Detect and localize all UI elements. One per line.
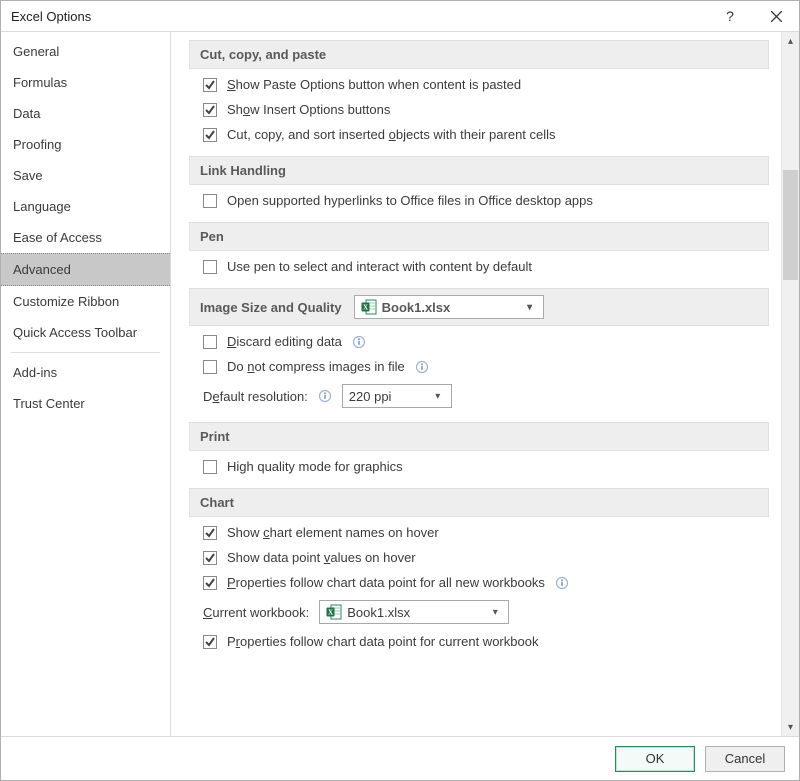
section-header-chart: Chart <box>189 488 769 517</box>
checkbox-open-hyperlinks[interactable] <box>203 194 217 208</box>
combo-current-workbook[interactable]: X Book1.xlsx ▾ <box>319 600 509 624</box>
main-pane: Cut, copy, and paste Show Paste Options … <box>171 32 799 736</box>
section-header-link-handling: Link Handling <box>189 156 769 185</box>
label-show-insert-options: Show Insert Options buttons <box>227 102 390 117</box>
ok-button[interactable]: OK <box>615 746 695 772</box>
sidebar-item-quick-access-toolbar[interactable]: Quick Access Toolbar <box>1 317 170 348</box>
svg-text:X: X <box>363 304 368 312</box>
row-default-resolution: Default resolution: 220 ppi ▾ <box>203 384 769 408</box>
option-properties-current-workbook[interactable]: Properties follow chart data point for c… <box>203 634 769 649</box>
option-show-data-point-values[interactable]: Show data point values on hover <box>203 550 769 565</box>
label-cut-copy-sort-objects: Cut, copy, and sort inserted objects wit… <box>227 127 556 142</box>
checkbox-do-not-compress[interactable] <box>203 360 217 374</box>
label-show-paste-options: Show Paste Options button when content i… <box>227 77 521 92</box>
combo-default-resolution-value: 220 ppi <box>349 389 392 404</box>
info-icon[interactable] <box>352 335 366 349</box>
sidebar-item-ease-of-access[interactable]: Ease of Access <box>1 222 170 253</box>
checkbox-high-quality-graphics[interactable] <box>203 460 217 474</box>
label-show-chart-element-names: Show chart element names on hover <box>227 525 439 540</box>
option-use-pen[interactable]: Use pen to select and interact with cont… <box>203 259 769 274</box>
option-open-hyperlinks[interactable]: Open supported hyperlinks to Office file… <box>203 193 769 208</box>
chevron-down-icon: ▾ <box>429 391 447 402</box>
chevron-down-icon: ▾ <box>486 607 504 618</box>
sidebar-item-add-ins[interactable]: Add-ins <box>1 357 170 388</box>
scroll-thumb[interactable] <box>783 170 798 280</box>
chevron-down-icon: ▾ <box>521 302 539 313</box>
checkbox-show-chart-element-names[interactable] <box>203 526 217 540</box>
checkbox-show-data-point-values[interactable] <box>203 551 217 565</box>
label-properties-current-workbook: Properties follow chart data point for c… <box>227 634 538 649</box>
label-do-not-compress: Do not compress images in file <box>227 359 405 374</box>
dialog-footer: OK Cancel <box>1 736 799 780</box>
sidebar-item-formulas[interactable]: Formulas <box>1 67 170 98</box>
svg-text:X: X <box>328 609 333 617</box>
section-header-cut-copy-paste: Cut, copy, and paste <box>189 40 769 69</box>
label-default-resolution: Default resolution: <box>203 389 308 404</box>
vertical-scrollbar[interactable]: ▴ ▾ <box>781 32 799 736</box>
sidebar-item-proofing[interactable]: Proofing <box>1 129 170 160</box>
checkbox-properties-all-workbooks[interactable] <box>203 576 217 590</box>
sidebar-item-general[interactable]: General <box>1 36 170 67</box>
checkbox-show-paste-options[interactable] <box>203 78 217 92</box>
scroll-down-arrow-icon[interactable]: ▾ <box>782 718 799 736</box>
sidebar-item-data[interactable]: Data <box>1 98 170 129</box>
checkbox-show-insert-options[interactable] <box>203 103 217 117</box>
sidebar-item-customize-ribbon[interactable]: Customize Ribbon <box>1 286 170 317</box>
info-icon[interactable] <box>555 576 569 590</box>
sidebar-item-language[interactable]: Language <box>1 191 170 222</box>
option-do-not-compress[interactable]: Do not compress images in file <box>203 359 769 374</box>
option-show-chart-element-names[interactable]: Show chart element names on hover <box>203 525 769 540</box>
section-header-image-quality: Image Size and Quality X Book1.xlsx ▾ <box>189 288 769 326</box>
checkbox-discard-editing-data[interactable] <box>203 335 217 349</box>
label-use-pen: Use pen to select and interact with cont… <box>227 259 532 274</box>
checkbox-properties-current-workbook[interactable] <box>203 635 217 649</box>
combo-default-resolution[interactable]: 220 ppi ▾ <box>342 384 452 408</box>
help-button[interactable]: ? <box>707 1 753 31</box>
checkbox-use-pen[interactable] <box>203 260 217 274</box>
scroll-up-arrow-icon[interactable]: ▴ <box>782 32 799 50</box>
excel-file-icon: X <box>326 604 342 620</box>
sidebar-item-trust-center[interactable]: Trust Center <box>1 388 170 419</box>
section-header-print: Print <box>189 422 769 451</box>
option-cut-copy-sort-objects[interactable]: Cut, copy, and sort inserted objects wit… <box>203 127 769 142</box>
option-discard-editing-data[interactable]: Discard editing data <box>203 334 769 349</box>
options-scroll-content: Cut, copy, and paste Show Paste Options … <box>171 32 781 736</box>
option-show-paste-options[interactable]: Show Paste Options button when content i… <box>203 77 769 92</box>
label-current-workbook: Current workbook: <box>203 605 309 620</box>
sidebar: General Formulas Data Proofing Save Lang… <box>1 32 171 736</box>
window-title: Excel Options <box>11 9 91 24</box>
close-button[interactable] <box>753 1 799 31</box>
checkbox-cut-copy-sort-objects[interactable] <box>203 128 217 142</box>
sidebar-item-save[interactable]: Save <box>1 160 170 191</box>
label-open-hyperlinks: Open supported hyperlinks to Office file… <box>227 193 593 208</box>
label-discard-editing-data: Discard editing data <box>227 334 342 349</box>
scroll-track[interactable] <box>782 50 799 718</box>
label-high-quality-graphics: High quality mode for graphics <box>227 459 403 474</box>
sidebar-item-advanced[interactable]: Advanced <box>1 253 170 286</box>
option-show-insert-options[interactable]: Show Insert Options buttons <box>203 102 769 117</box>
info-icon[interactable] <box>318 389 332 403</box>
titlebar: Excel Options ? <box>1 1 799 31</box>
section-header-pen: Pen <box>189 222 769 251</box>
sidebar-separator <box>11 352 160 353</box>
label-properties-all-workbooks: Properties follow chart data point for a… <box>227 575 545 590</box>
close-icon <box>771 11 782 22</box>
excel-file-icon: X <box>361 299 377 315</box>
label-show-data-point-values: Show data point values on hover <box>227 550 416 565</box>
option-properties-all-workbooks[interactable]: Properties follow chart data point for a… <box>203 575 769 590</box>
combo-image-quality-workbook[interactable]: X Book1.xlsx ▾ <box>354 295 544 319</box>
option-high-quality-graphics[interactable]: High quality mode for graphics <box>203 459 769 474</box>
row-current-workbook: Current workbook: X Book1.xlsx ▾ <box>203 600 769 624</box>
cancel-button[interactable]: Cancel <box>705 746 785 772</box>
combo-image-quality-workbook-value: Book1.xlsx <box>382 300 451 315</box>
info-icon[interactable] <box>415 360 429 374</box>
combo-current-workbook-value: Book1.xlsx <box>347 605 410 620</box>
